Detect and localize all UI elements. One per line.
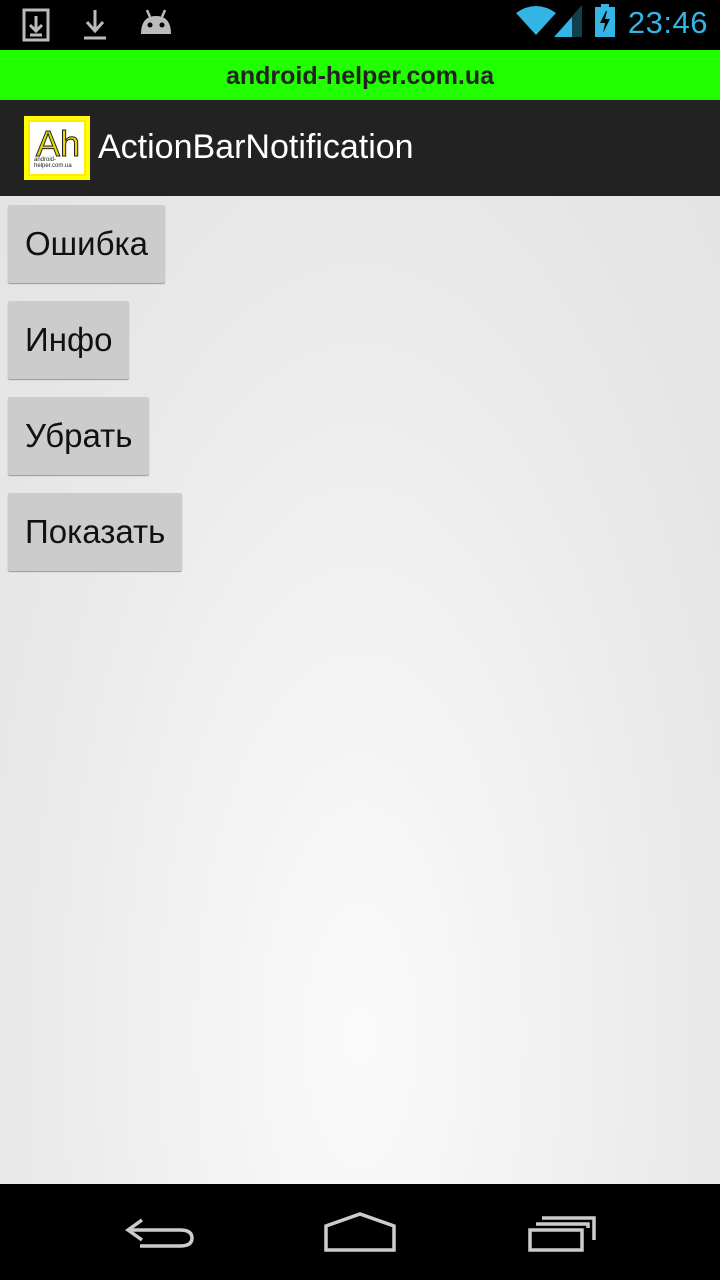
back-icon[interactable] <box>120 1206 200 1258</box>
app-logo-frame: Ah android-helper.com.ua <box>28 120 86 176</box>
info-button[interactable]: Инфо <box>8 301 130 379</box>
app-logo-subtext: android-helper.com.ua <box>34 157 72 169</box>
remove-button[interactable]: Убрать <box>8 397 150 475</box>
wifi-icon <box>515 5 556 41</box>
app-logo[interactable]: Ah android-helper.com.ua <box>24 116 90 180</box>
promo-banner[interactable]: android-helper.com.ua <box>0 50 720 100</box>
signal-icon <box>553 5 582 41</box>
status-time: 23:46 <box>627 5 708 40</box>
app-title: ActionBarNotification <box>98 128 414 166</box>
recents-icon[interactable] <box>522 1206 602 1258</box>
home-icon[interactable] <box>320 1206 400 1258</box>
navigation-bar <box>0 1184 720 1280</box>
show-button[interactable]: Показать <box>8 493 183 571</box>
main-content: Ошибка Инфо Убрать Показать <box>0 196 720 1184</box>
android-icon <box>138 8 174 42</box>
error-button[interactable]: Ошибка <box>8 205 165 283</box>
battery-charging-icon <box>594 4 616 42</box>
status-bar: 23:46 <box>0 0 720 50</box>
download-icon <box>80 8 116 42</box>
action-bar: Ah android-helper.com.ua ActionBarNotifi… <box>0 100 720 196</box>
download-box-icon <box>22 8 58 42</box>
